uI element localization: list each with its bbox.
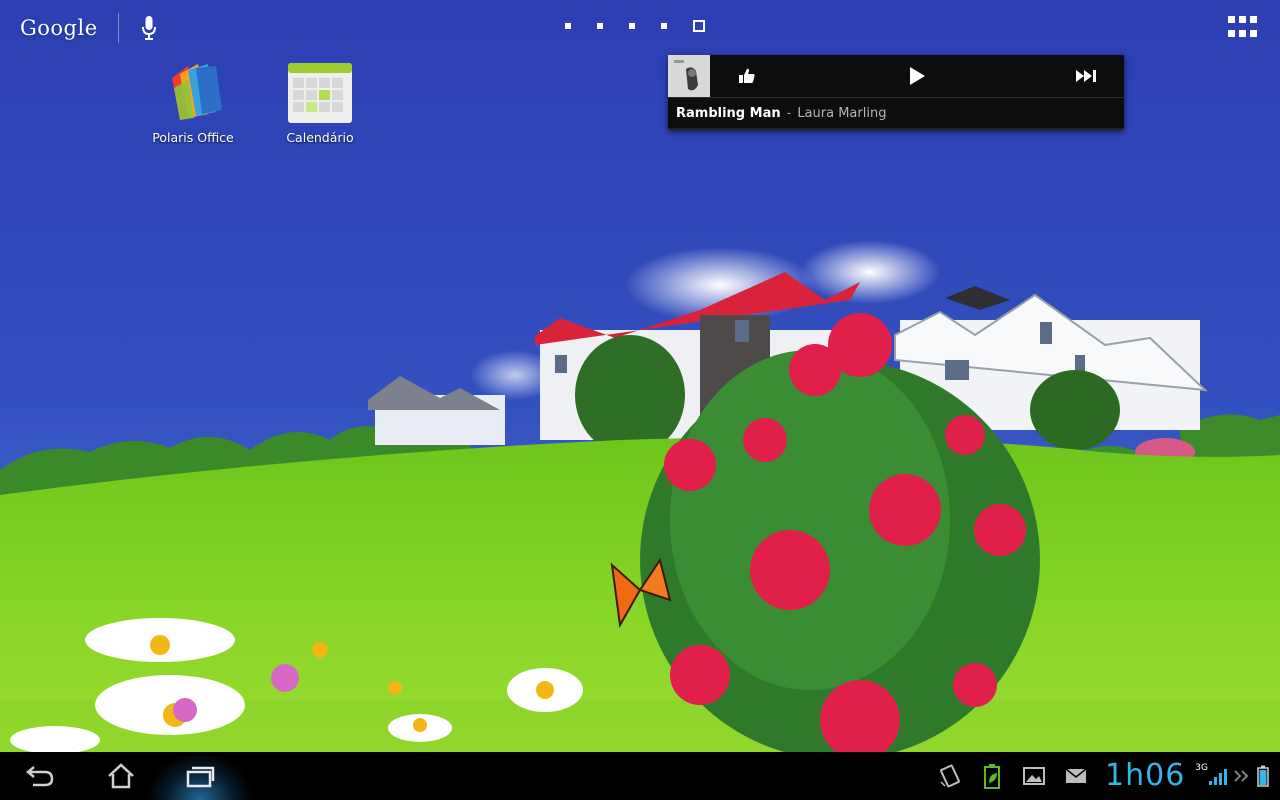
app-shortcut-polaris-office[interactable]: Polaris Office [138, 58, 248, 145]
email-icon[interactable] [1063, 763, 1089, 789]
page-dot [565, 23, 571, 29]
recent-apps-icon[interactable] [146, 752, 254, 800]
calendar-icon [285, 58, 355, 128]
all-apps-icon[interactable] [1228, 16, 1258, 40]
page-dot-current [693, 20, 705, 32]
gallery-icon[interactable] [1021, 763, 1047, 789]
battery-saver-icon[interactable] [979, 763, 1005, 789]
clock[interactable]: 1h06 [1105, 752, 1185, 800]
wifi-chevron-icon [1234, 763, 1252, 789]
page-dot [629, 23, 635, 29]
thumbs-up-icon[interactable] [736, 65, 758, 87]
search-divider [117, 13, 119, 43]
screen-rotation-icon[interactable] [937, 763, 963, 789]
polaris-office-icon [158, 58, 228, 128]
google-search-bar[interactable]: Google [20, 12, 159, 44]
app-label: Polaris Office [152, 130, 234, 145]
track-separator: - [786, 105, 792, 121]
network-type-label: 3G [1195, 763, 1208, 773]
play-icon[interactable] [906, 65, 928, 87]
skip-next-icon[interactable] [1074, 67, 1100, 85]
status-area[interactable]: 1h06 3G [937, 752, 1270, 800]
track-artist: Laura Marling [797, 105, 887, 121]
system-bar: 1h06 3G [0, 752, 1280, 800]
app-shortcut-calendar[interactable]: Calendário [265, 58, 375, 145]
home-icon[interactable] [95, 752, 147, 800]
google-search-label[interactable]: Google [20, 16, 98, 40]
signal-icon [1208, 763, 1230, 789]
album-art[interactable] [668, 55, 710, 97]
page-indicator [565, 20, 705, 32]
app-label: Calendário [286, 130, 354, 145]
page-dot [597, 23, 603, 29]
battery-icon [1256, 763, 1270, 789]
music-widget[interactable]: Rambling Man - Laura Marling [668, 55, 1124, 130]
page-dot [661, 23, 667, 29]
back-icon[interactable] [14, 752, 66, 800]
now-playing-info[interactable]: Rambling Man - Laura Marling [668, 98, 1124, 128]
track-title: Rambling Man [676, 105, 781, 121]
mic-icon[interactable] [139, 13, 159, 43]
